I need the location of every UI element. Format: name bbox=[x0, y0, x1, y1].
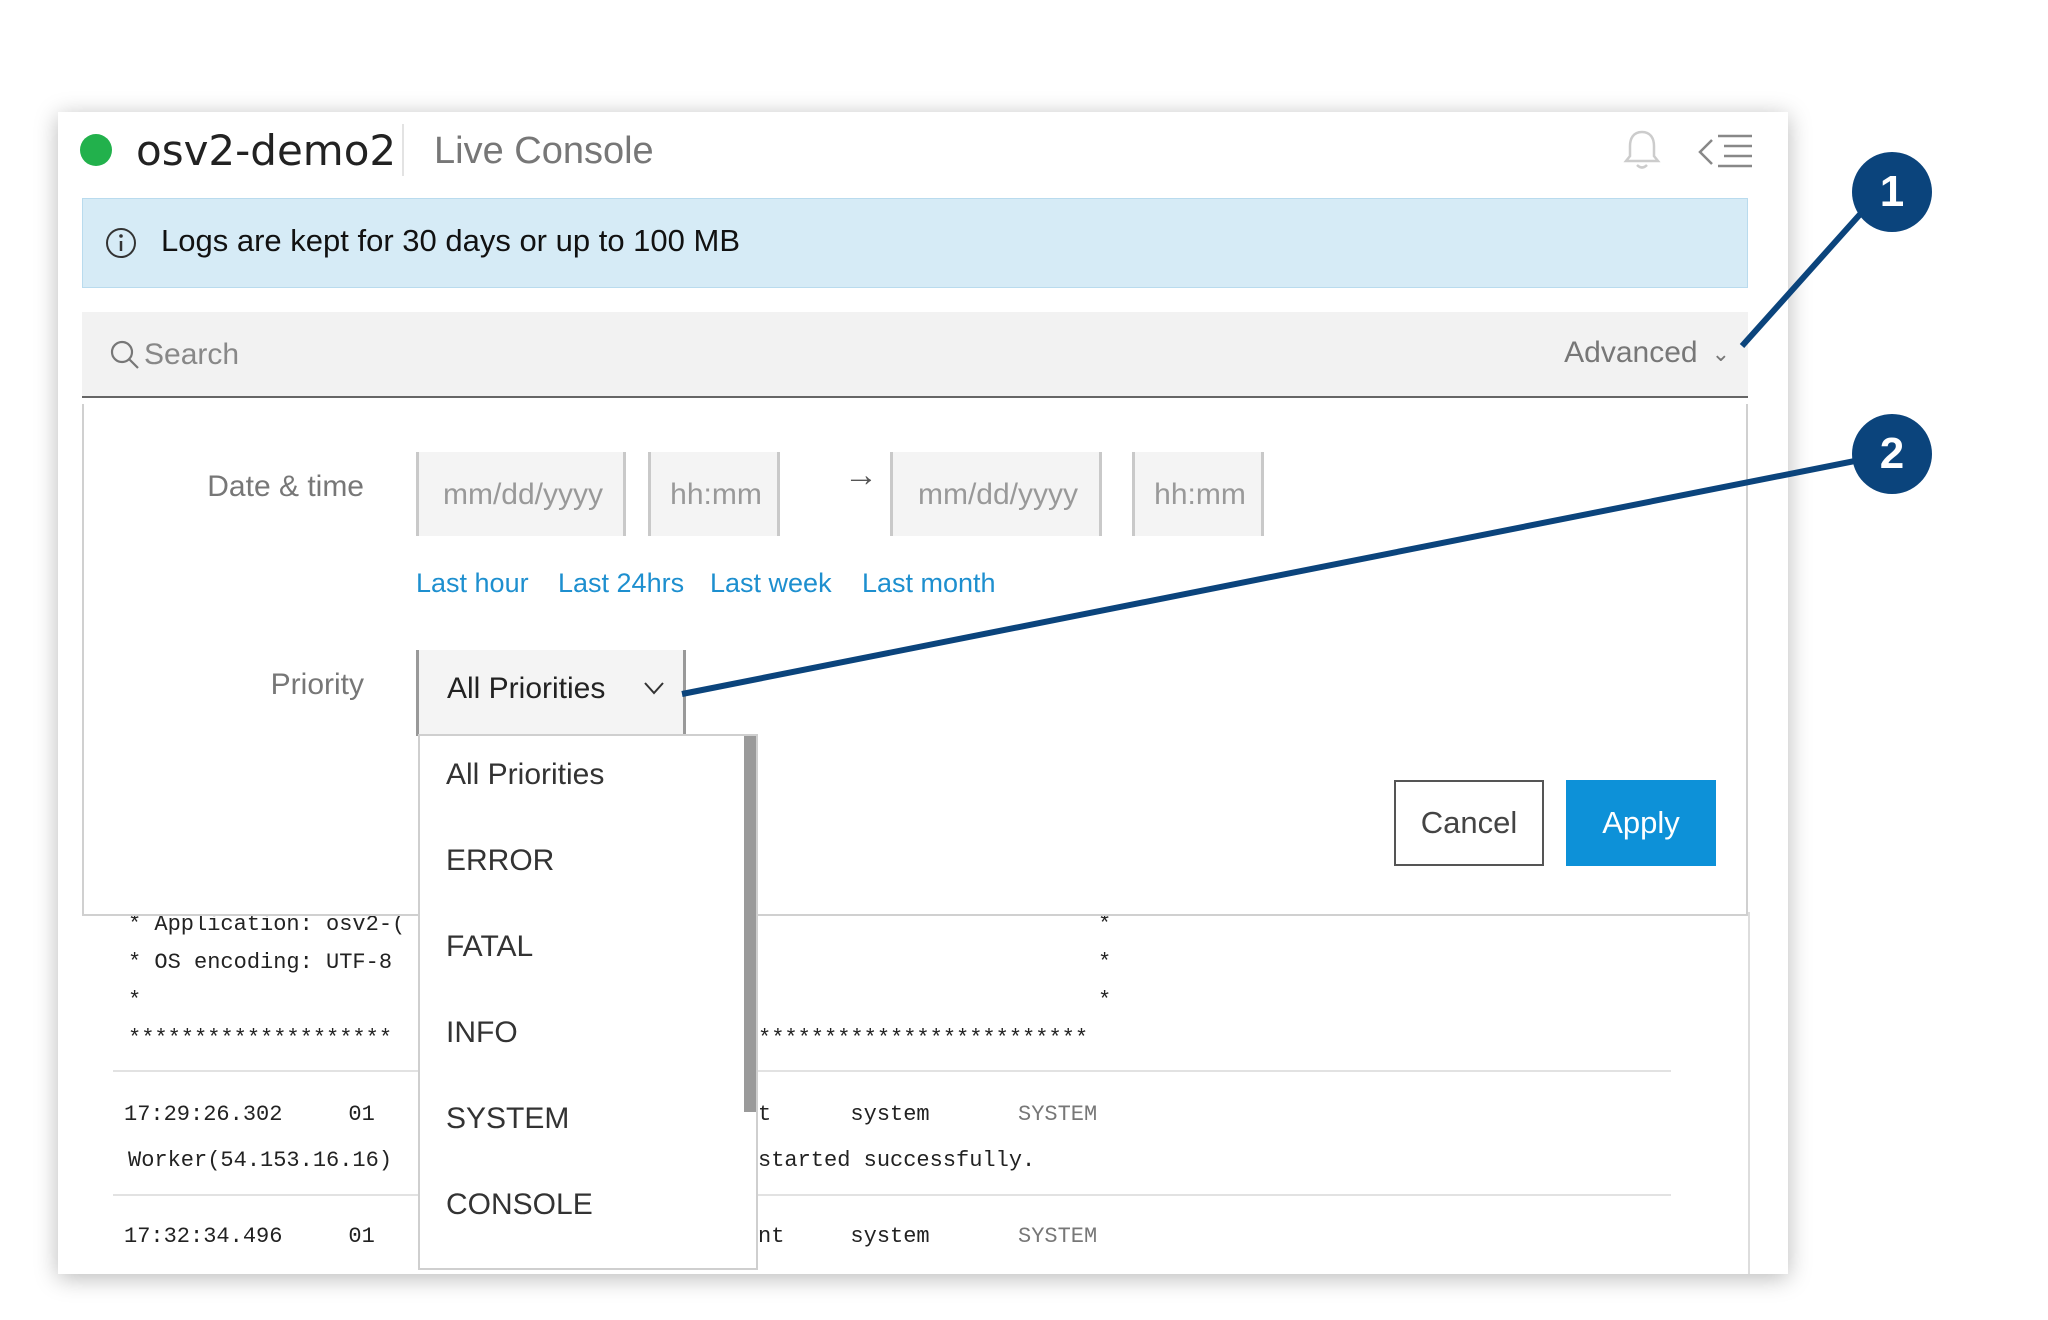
callout-badge-2: 2 bbox=[1852, 414, 1932, 494]
callout-leader-lines bbox=[681, 189, 1883, 697]
callout-2-leader bbox=[681, 453, 1881, 697]
callout-badge-1: 1 bbox=[1852, 152, 1932, 232]
